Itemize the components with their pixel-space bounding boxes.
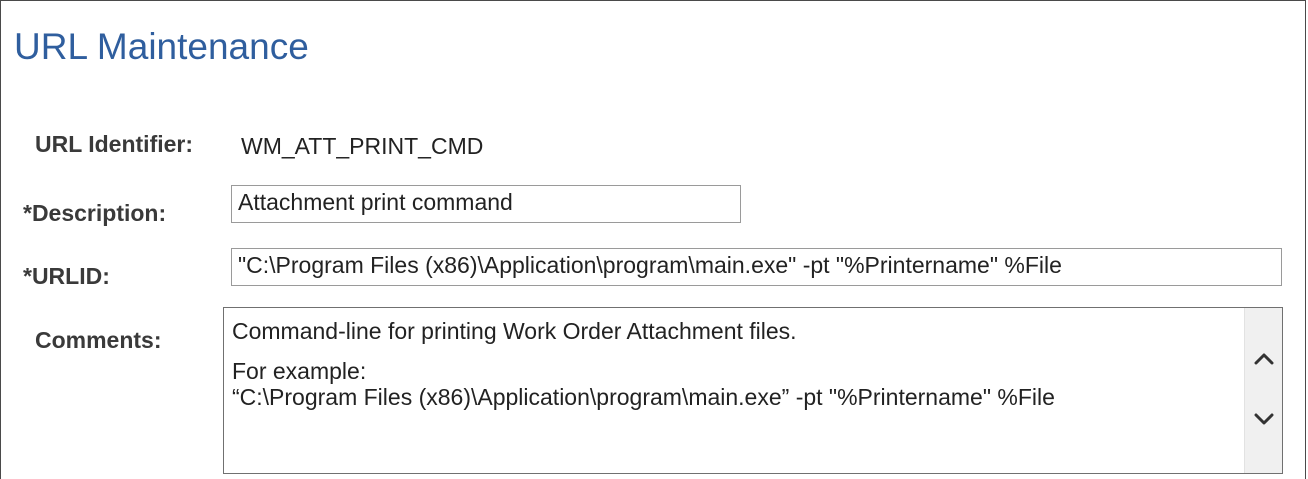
comments-line-3: “C:\Program Files (x86)\Application\prog… (232, 384, 1055, 410)
url-identifier-label: URL Identifier: (35, 131, 194, 157)
comments-scrollbar[interactable] (1244, 308, 1282, 473)
urlid-label: *URLID: (23, 263, 110, 289)
comments-textarea[interactable]: Command-line for printing Work Order Att… (223, 307, 1283, 474)
url-identifier-value: WM_ATT_PRINT_CMD (241, 133, 484, 159)
comments-label: Comments: (35, 327, 162, 353)
chevron-down-icon[interactable] (1253, 408, 1275, 430)
chevron-up-icon[interactable] (1253, 348, 1275, 370)
page-title: URL Maintenance (14, 26, 309, 67)
description-label: *Description: (23, 200, 167, 226)
comments-line-1: Command-line for printing Work Order Att… (232, 318, 797, 344)
urlid-field[interactable]: "C:\Program Files (x86)\Application\prog… (231, 248, 1282, 286)
page-frame: URL Maintenance URL Identifier: WM_ATT_P… (0, 0, 1306, 479)
comments-line-2: For example: (232, 358, 367, 384)
description-field[interactable]: Attachment print command (231, 185, 741, 223)
comments-text: Command-line for printing Work Order Att… (232, 318, 1055, 410)
